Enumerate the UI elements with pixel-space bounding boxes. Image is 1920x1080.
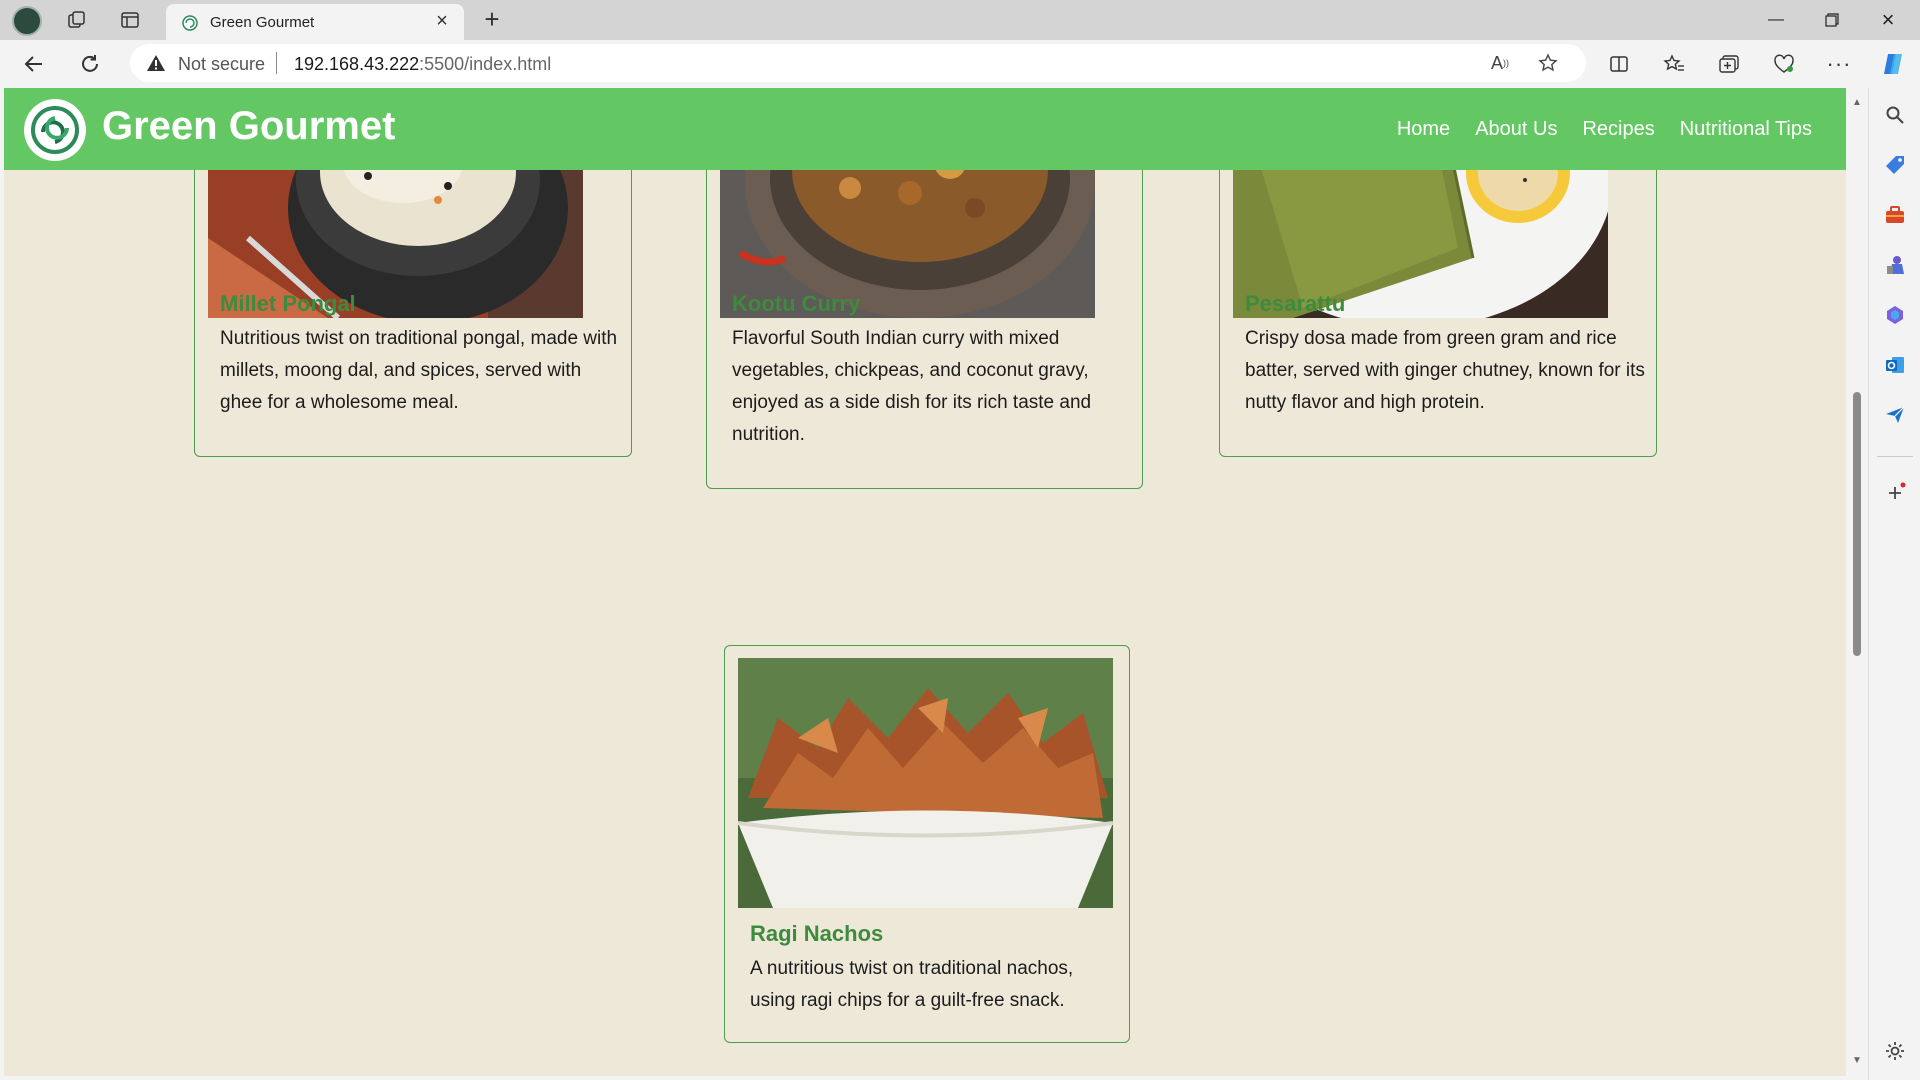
- recipe-title: Pesarattu: [1245, 291, 1346, 316]
- recipe-title: Ragi Nachos: [750, 921, 884, 946]
- url-text[interactable]: 192.168.43.222:5500/index.html: [294, 54, 551, 75]
- brand-name[interactable]: Green Gourmet: [102, 104, 395, 149]
- site-logo[interactable]: [24, 99, 86, 161]
- favorite-star-icon[interactable]: [1534, 49, 1562, 77]
- tools-icon[interactable]: [1882, 202, 1908, 228]
- nav-home[interactable]: Home: [1397, 118, 1450, 141]
- page-scrollbar[interactable]: ▲ ▼: [1848, 88, 1866, 1076]
- search-icon[interactable]: [1882, 102, 1908, 128]
- minimize-button[interactable]: —: [1748, 0, 1804, 40]
- nav-recipes[interactable]: Recipes: [1582, 118, 1654, 141]
- nav-about-us[interactable]: About Us: [1475, 118, 1557, 141]
- warning-icon[interactable]: [146, 54, 166, 72]
- microsoft-365-icon[interactable]: [1882, 302, 1908, 328]
- more-options-icon[interactable]: ···: [1822, 48, 1856, 80]
- recipe-title: Kootu Curry: [732, 291, 861, 316]
- collections-icon[interactable]: [1712, 48, 1746, 80]
- recipe-title: Millet Pongal: [220, 291, 356, 316]
- url-separator: [276, 52, 277, 74]
- restore-button[interactable]: [1804, 0, 1860, 40]
- address-bar-row: Not secure 192.168.43.222:5500/index.htm…: [0, 40, 1920, 88]
- recipe-description: Nutritious twist on traditional pongal, …: [220, 328, 618, 413]
- outlook-icon[interactable]: [1882, 352, 1908, 378]
- security-label[interactable]: Not secure: [178, 54, 265, 75]
- new-tab-button[interactable]: +: [476, 4, 508, 36]
- tab-bar: Green Gourmet × + — ×: [0, 0, 1920, 40]
- sidebar-divider: [1877, 456, 1913, 457]
- active-tab[interactable]: Green Gourmet ×: [166, 4, 464, 40]
- tab-close-icon[interactable]: ×: [430, 10, 454, 34]
- refresh-button[interactable]: [74, 48, 106, 80]
- read-aloud-icon[interactable]: A)): [1486, 49, 1514, 77]
- tab-title: Green Gourmet: [210, 14, 315, 31]
- scroll-thumb[interactable]: [1853, 392, 1861, 656]
- green-gourmet-logo-icon: [31, 106, 79, 154]
- copilot-icon[interactable]: [1876, 48, 1910, 80]
- shopping-tag-icon[interactable]: [1882, 152, 1908, 178]
- site-favicon-icon: [182, 15, 198, 31]
- games-icon[interactable]: [1882, 252, 1908, 278]
- recipe-description: Flavorful South Indian curry with mixed …: [732, 328, 1092, 445]
- site-header: Green Gourmet Home About Us Recipes Nutr…: [4, 88, 1846, 170]
- browser-essentials-icon[interactable]: [1767, 48, 1801, 80]
- recipe-card: Ragi Nachos A nutritious twist on tradit…: [724, 645, 1130, 1043]
- nav-nutritional-tips[interactable]: Nutritional Tips: [1680, 118, 1812, 141]
- vertical-tabs-icon[interactable]: [114, 4, 146, 36]
- address-bar[interactable]: Not secure 192.168.43.222:5500/index.htm…: [130, 44, 1586, 82]
- workspaces-icon[interactable]: [61, 4, 93, 36]
- split-screen-icon[interactable]: [1602, 48, 1636, 80]
- favorites-icon[interactable]: [1657, 48, 1691, 80]
- scroll-up-icon[interactable]: ▲: [1852, 98, 1862, 108]
- profile-avatar[interactable]: [12, 6, 42, 36]
- back-button[interactable]: [18, 48, 50, 80]
- scroll-down-icon[interactable]: ▼: [1852, 1056, 1862, 1066]
- sidebar-settings-icon[interactable]: [1882, 1038, 1908, 1064]
- edge-sidebar: [1868, 88, 1920, 1080]
- recipe-description: Crispy dosa made from green gram and ric…: [1245, 328, 1645, 413]
- recipe-description: A nutritious twist on traditional nachos…: [750, 958, 1074, 1011]
- page-viewport: Green Gourmet Home About Us Recipes Nutr…: [4, 88, 1846, 1076]
- add-sidebar-app-icon[interactable]: [1882, 480, 1908, 506]
- ragi-nachos-photo: [738, 658, 1113, 908]
- close-window-button[interactable]: ×: [1860, 0, 1916, 40]
- main-nav: Home About Us Recipes Nutritional Tips: [1397, 118, 1812, 141]
- send-icon[interactable]: [1882, 402, 1908, 428]
